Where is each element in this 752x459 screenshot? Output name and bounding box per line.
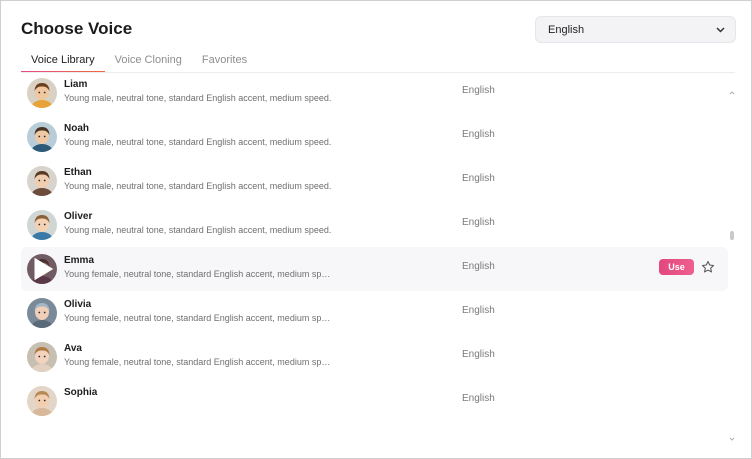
voice-language: English — [462, 261, 495, 272]
voice-name: Emma — [64, 255, 95, 266]
voice-language: English — [462, 393, 495, 404]
voice-row[interactable]: Emma Young female, neutral tone, standard… — [21, 247, 728, 291]
voice-name: Oliver — [64, 211, 93, 222]
voice-row[interactable]: Ethan Young male, neutral tone, standard … — [21, 159, 728, 203]
voice-row[interactable]: Liam Young male, neutral tone, standard E… — [21, 73, 728, 115]
voice-name: Liam — [64, 79, 88, 90]
voice-row[interactable]: Noah Young male, neutral tone, standard E… — [21, 115, 728, 159]
voice-description: Young female, neutral tone, standard Eng… — [64, 313, 334, 323]
voice-language: English — [462, 129, 495, 140]
tab-bar: Voice Library Voice Cloning Favorites — [21, 53, 257, 73]
voice-name: Noah — [64, 123, 89, 134]
voice-name: Ava — [64, 343, 82, 354]
avatar[interactable] — [27, 166, 57, 196]
voice-language: English — [462, 85, 495, 96]
play-icon[interactable] — [27, 254, 57, 284]
voice-description: Young female, neutral tone, standard Eng… — [64, 269, 334, 279]
voice-name: Sophia — [64, 387, 98, 398]
tab-favorites[interactable]: Favorites — [192, 53, 257, 73]
voice-description: Young male, neutral tone, standard Engli… — [64, 93, 332, 103]
avatar[interactable] — [27, 122, 57, 152]
tab-voice-cloning[interactable]: Voice Cloning — [105, 53, 192, 73]
chevron-down-icon — [715, 25, 725, 35]
tab-voice-library[interactable]: Voice Library — [21, 53, 105, 73]
scroll-down-icon[interactable] — [729, 429, 735, 441]
page-title: Choose Voice — [21, 19, 133, 38]
language-select-value: English — [548, 23, 585, 36]
voice-row[interactable]: Oliver Young male, neutral tone, standard… — [21, 203, 728, 247]
language-select[interactable]: English — [535, 16, 736, 43]
voice-language: English — [462, 349, 495, 360]
avatar[interactable] — [27, 298, 57, 328]
voice-description: Young female, neutral tone, standard Eng… — [64, 357, 334, 367]
scrollbar-thumb[interactable] — [730, 231, 734, 240]
avatar[interactable] — [27, 210, 57, 240]
voice-language: English — [462, 305, 495, 316]
voice-description: Young male, neutral tone, standard Engli… — [64, 181, 332, 191]
avatar[interactable] — [27, 78, 57, 108]
scroll-up-icon[interactable] — [729, 83, 735, 95]
avatar[interactable] — [27, 254, 57, 284]
voice-language: English — [462, 217, 495, 228]
voice-row[interactable]: Sophia English — [21, 379, 728, 423]
voice-row[interactable]: Olivia Young female, neutral tone, standa… — [21, 291, 728, 335]
avatar[interactable] — [27, 342, 57, 372]
avatar[interactable] — [27, 386, 57, 416]
voice-name: Ethan — [64, 167, 92, 178]
choose-voice-dialog: Choose Voice English Voice Library Voice… — [0, 0, 752, 459]
voice-language: English — [462, 173, 495, 184]
scrollbar[interactable] — [728, 73, 736, 441]
voice-description: Young male, neutral tone, standard Engli… — [64, 225, 332, 235]
voice-list[interactable]: A professional middle-aged female voice,… — [21, 73, 728, 439]
voice-name: Olivia — [64, 299, 92, 310]
voice-row[interactable]: Ava Young female, neutral tone, standard … — [21, 335, 728, 379]
use-voice-button[interactable]: Use — [659, 259, 694, 275]
voice-description: Young male, neutral tone, standard Engli… — [64, 137, 332, 147]
star-outline-icon[interactable] — [701, 260, 715, 274]
